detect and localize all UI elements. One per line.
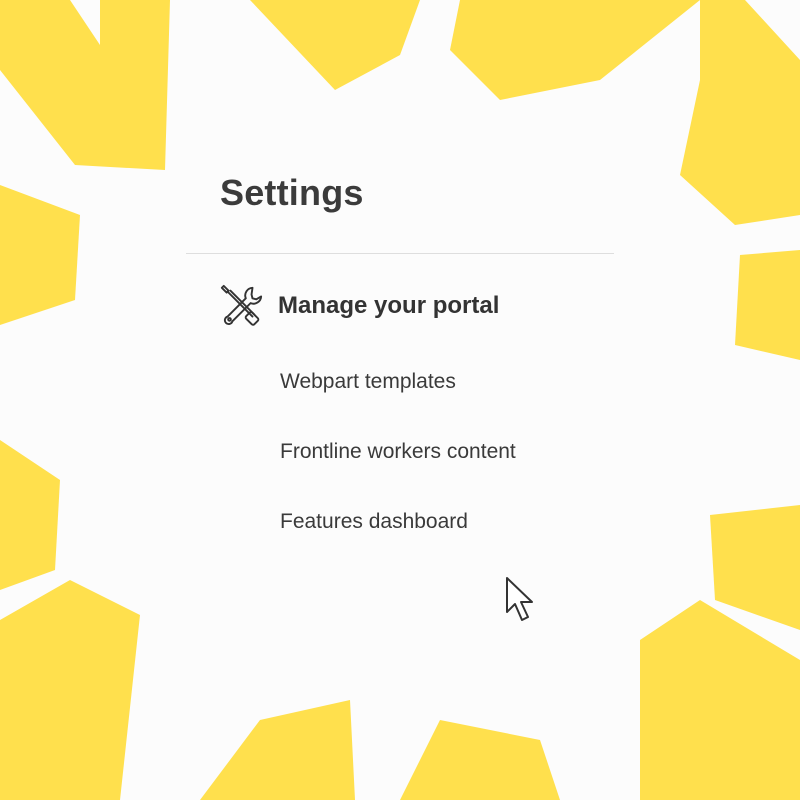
yellow-shape <box>250 0 420 90</box>
yellow-shape <box>710 505 800 630</box>
menu-item-frontline-workers-content[interactable]: Frontline workers content <box>280 440 516 464</box>
yellow-shape <box>450 0 700 100</box>
section-label: Manage your portal <box>278 292 500 319</box>
settings-panel: Settings Manage your portal Webpart temp… <box>186 150 614 610</box>
menu-item-features-dashboard[interactable]: Features dashboard <box>280 510 468 534</box>
title-divider <box>186 253 614 254</box>
yellow-shape <box>400 720 560 800</box>
yellow-shape <box>0 440 60 590</box>
yellow-shape <box>200 700 355 800</box>
yellow-shape <box>680 0 800 225</box>
yellow-shape <box>735 250 800 360</box>
mouse-pointer-icon <box>506 577 533 621</box>
menu-item-webpart-templates[interactable]: Webpart templates <box>280 370 456 394</box>
manage-portal-section: Manage your portal <box>218 284 499 328</box>
tools-icon <box>220 284 263 326</box>
yellow-shape <box>0 0 170 170</box>
yellow-shape <box>0 185 80 325</box>
yellow-shape <box>640 600 800 800</box>
page-title: Settings <box>220 172 364 213</box>
yellow-shape <box>0 580 140 800</box>
